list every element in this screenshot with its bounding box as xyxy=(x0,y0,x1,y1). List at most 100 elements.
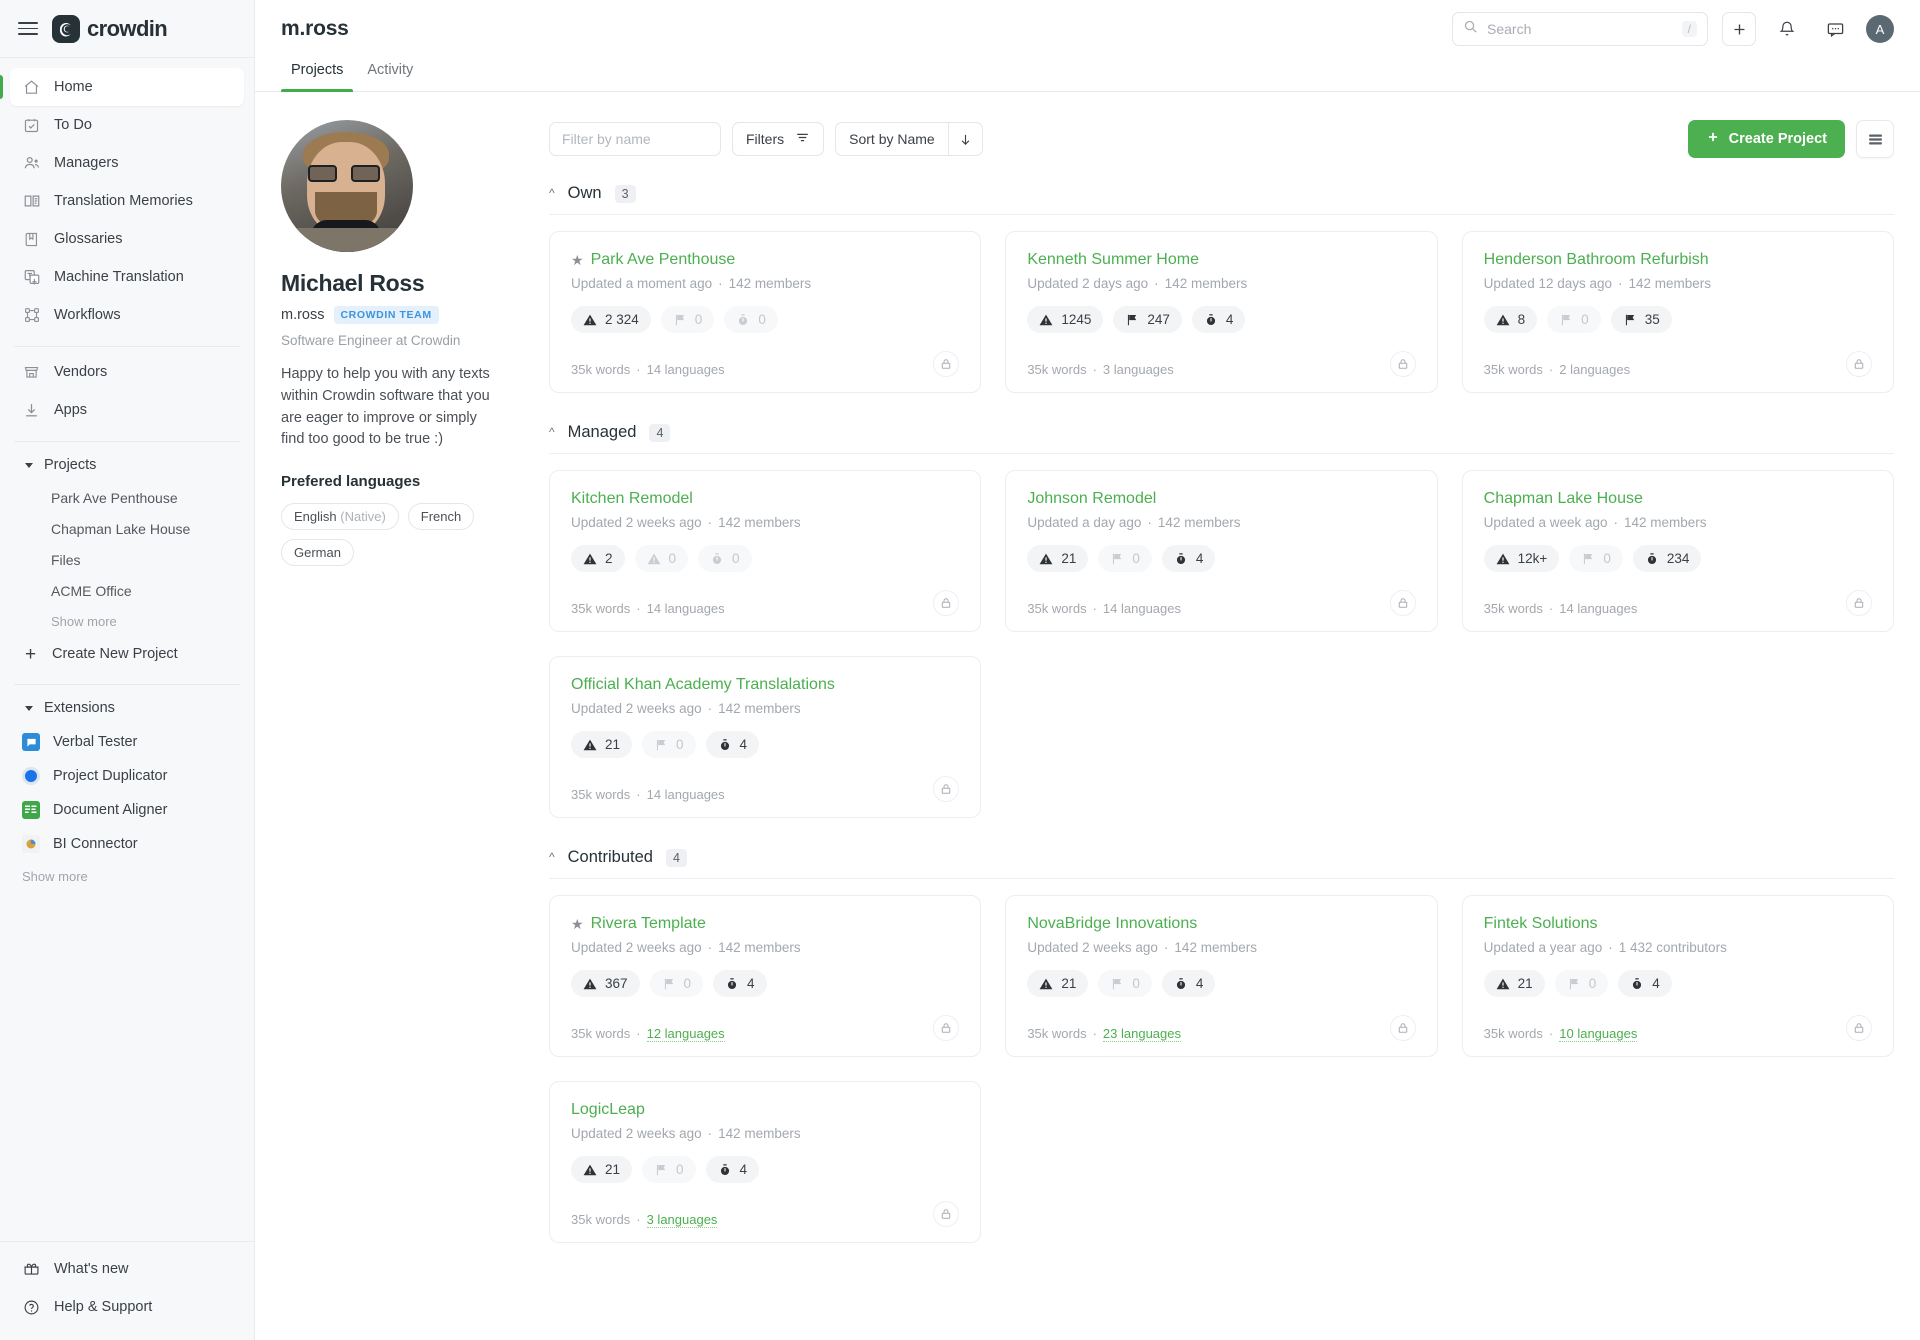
project-card-title[interactable]: Chapman Lake House xyxy=(1484,490,1643,508)
project-badge-flag[interactable]: 0 xyxy=(1098,970,1152,997)
project-group-header-managed[interactable]: ^ Managed 4 xyxy=(549,423,1894,442)
project-card[interactable]: Official Khan Academy Translalations Upda… xyxy=(549,656,982,818)
create-project-button[interactable]: Create Project xyxy=(1687,120,1845,158)
sidebar-item-to-do[interactable]: To Do xyxy=(10,106,244,144)
project-badge-stopwatch[interactable]: 4 xyxy=(1161,970,1216,997)
project-badge-stopwatch[interactable]: 234 xyxy=(1632,545,1702,572)
project-badge-flag[interactable]: 0 xyxy=(1547,306,1601,333)
project-card[interactable]: Kenneth Summer Home Updated 2 days ago · 14… xyxy=(1005,231,1438,393)
project-badge-flag[interactable]: 0 xyxy=(1098,545,1152,572)
sort-direction-button[interactable] xyxy=(947,123,982,155)
language-chip-english[interactable]: English (Native) xyxy=(281,503,399,530)
sidebar-item-translation-memories[interactable]: Translation Memories xyxy=(10,182,244,220)
project-card-title[interactable]: Henderson Bathroom Refurbish xyxy=(1484,251,1709,269)
project-card-title[interactable]: Fintek Solutions xyxy=(1484,915,1598,933)
sidebar-extensions-toggle[interactable]: Extensions xyxy=(10,691,244,725)
crowdin-logo[interactable]: crowdin xyxy=(52,14,168,43)
sidebar-item-glossaries[interactable]: Glossaries xyxy=(10,220,244,258)
sidebar-extension-project-duplicator[interactable]: Project Duplicator xyxy=(10,759,244,793)
project-card[interactable]: Fintek Solutions Updated a year ago · 1 432… xyxy=(1461,895,1894,1057)
project-badge-stopwatch[interactable]: 0 xyxy=(724,306,778,333)
project-card-title[interactable]: Kitchen Remodel xyxy=(571,490,693,508)
project-languages[interactable]: 3 languages xyxy=(646,1212,718,1228)
project-languages[interactable]: 12 languages xyxy=(646,1026,725,1042)
sidebar-projects-toggle[interactable]: Projects xyxy=(10,448,244,482)
sidebar-project-acme-office[interactable]: ACME Office xyxy=(10,575,244,606)
project-card-title[interactable]: Park Ave Penthouse xyxy=(591,251,736,269)
project-card[interactable]: Chapman Lake House Updated a week ago · 142… xyxy=(1461,470,1894,632)
project-badge-stopwatch[interactable]: 0 xyxy=(698,545,752,572)
project-card[interactable]: NovaBridge Innovations Updated 2 weeks ag… xyxy=(1005,895,1438,1057)
project-badge-stopwatch[interactable]: 4 xyxy=(1161,545,1216,572)
project-card[interactable]: Henderson Bathroom Refurbish Updated 12 d… xyxy=(1461,231,1894,393)
project-badge-warning[interactable]: 2 324 xyxy=(571,306,651,333)
project-group-header-own[interactable]: ^ Own 3 xyxy=(549,184,1894,203)
sidebar-item-whats-new[interactable]: What's new xyxy=(10,1250,244,1288)
sidebar-extension-document-aligner[interactable]: Document Aligner xyxy=(10,793,244,827)
messages-button[interactable] xyxy=(1818,12,1852,46)
project-card[interactable]: Johnson Remodel Updated a day ago · 142 mem… xyxy=(1005,470,1438,632)
project-badge-warning[interactable]: 1245 xyxy=(1027,306,1104,333)
filters-button[interactable]: Filters xyxy=(732,122,825,156)
project-badge-warning[interactable]: 21 xyxy=(571,1156,633,1183)
tab-activity[interactable]: Activity xyxy=(357,58,423,91)
project-badge-flag[interactable]: 0 xyxy=(1569,545,1623,572)
sidebar-item-vendors[interactable]: Vendors xyxy=(10,353,244,391)
project-badge-flag[interactable]: 0 xyxy=(660,306,715,333)
sidebar-item-managers[interactable]: Managers xyxy=(10,144,244,182)
project-badge-warning[interactable]: 0 xyxy=(634,545,689,572)
project-card[interactable]: ★ Park Ave Penthouse Updated a moment ago ·… xyxy=(549,231,982,393)
project-card[interactable]: ★ Rivera Template Updated 2 weeks ago · 142 … xyxy=(549,895,982,1057)
project-badge-warning[interactable]: 12k+ xyxy=(1483,545,1560,572)
project-card[interactable]: LogicLeap Updated 2 weeks ago · 142 members… xyxy=(549,1081,982,1243)
language-chip-french[interactable]: French xyxy=(407,503,475,530)
project-badge-flag[interactable]: 0 xyxy=(1554,970,1609,997)
project-badge-warning[interactable]: 367 xyxy=(571,970,640,997)
add-button[interactable] xyxy=(1722,12,1756,46)
star-icon[interactable]: ★ xyxy=(571,253,584,267)
project-badge-flag[interactable]: 0 xyxy=(642,1156,696,1183)
sidebar-item-apps[interactable]: Apps xyxy=(10,391,244,429)
sidebar-item-help-support[interactable]: Help & Support xyxy=(10,1288,244,1326)
sort-by-button[interactable]: Sort by Name xyxy=(836,123,948,155)
list-view-icon[interactable] xyxy=(1856,120,1894,158)
filter-by-name-input[interactable] xyxy=(549,122,721,156)
project-card-title[interactable]: Official Khan Academy Translalations xyxy=(571,676,835,694)
sidebar-projects-show-more[interactable]: Show more xyxy=(10,606,244,636)
sidebar-project-chapman-lake-house[interactable]: Chapman Lake House xyxy=(10,513,244,544)
project-badge-warning[interactable]: 8 xyxy=(1483,306,1538,333)
project-badge-flag[interactable]: 35 xyxy=(1610,306,1672,333)
project-badge-warning[interactable]: 21 xyxy=(1027,545,1089,572)
sidebar-item-workflows[interactable]: Workflows xyxy=(10,296,244,334)
project-badge-stopwatch[interactable]: 4 xyxy=(713,970,767,997)
project-badge-warning[interactable]: 2 xyxy=(571,545,625,572)
project-badge-flag[interactable]: 0 xyxy=(649,970,704,997)
project-badge-flag[interactable]: 0 xyxy=(642,731,696,758)
account-avatar[interactable]: A xyxy=(1866,15,1894,43)
project-card-title[interactable]: Johnson Remodel xyxy=(1027,490,1156,508)
language-chip-german[interactable]: German xyxy=(281,539,354,566)
project-card-title[interactable]: Kenneth Summer Home xyxy=(1027,251,1199,269)
sidebar-extension-bi-connector[interactable]: BI Connector xyxy=(10,827,244,861)
project-badge-stopwatch[interactable]: 4 xyxy=(1618,970,1672,997)
project-card[interactable]: Kitchen Remodel Updated 2 weeks ago · 142 m… xyxy=(549,470,982,632)
sidebar-project-files[interactable]: Files xyxy=(10,544,244,575)
hamburger-menu-icon[interactable] xyxy=(18,21,38,36)
project-card-title[interactable]: NovaBridge Innovations xyxy=(1027,915,1197,933)
project-badge-stopwatch[interactable]: 4 xyxy=(705,731,760,758)
project-card-title[interactable]: LogicLeap xyxy=(571,1101,645,1119)
star-icon[interactable]: ★ xyxy=(571,917,584,931)
project-languages[interactable]: 23 languages xyxy=(1102,1026,1181,1042)
project-badge-warning[interactable]: 21 xyxy=(571,731,633,758)
sidebar-item-home[interactable]: Home xyxy=(0,68,244,106)
project-badge-warning[interactable]: 21 xyxy=(1027,970,1089,997)
project-badge-warning[interactable]: 21 xyxy=(1483,970,1545,997)
sidebar-extensions-show-more[interactable]: Show more xyxy=(10,861,244,891)
sidebar-project-park-ave-penthouse[interactable]: Park Ave Penthouse xyxy=(10,482,244,513)
project-languages[interactable]: 10 languages xyxy=(1559,1026,1638,1042)
sidebar-item-machine-translation[interactable]: Machine Translation xyxy=(10,258,244,296)
global-search[interactable]: / xyxy=(1452,12,1708,46)
project-badge-stopwatch[interactable]: 4 xyxy=(705,1156,760,1183)
search-input[interactable] xyxy=(1487,21,1673,37)
sidebar-create-new-project[interactable]: + Create New Project xyxy=(10,636,244,672)
